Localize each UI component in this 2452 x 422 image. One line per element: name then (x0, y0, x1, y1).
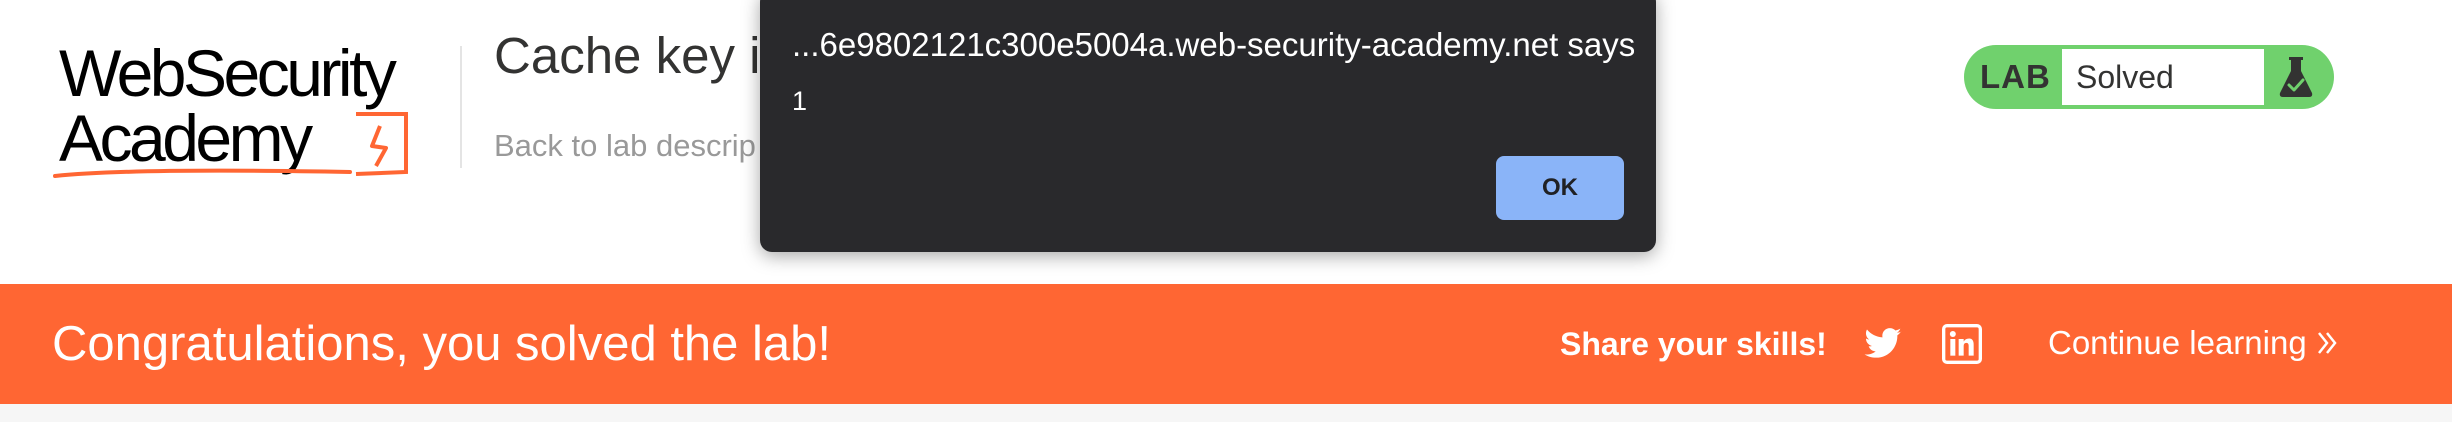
lightning-bolt-box-icon (53, 112, 408, 178)
back-to-lab-description-link[interactable]: Back to lab descrip (494, 128, 756, 164)
continue-learning-link[interactable]: Continue learning (2048, 324, 2339, 362)
lab-label: LAB (1980, 58, 2051, 95)
linkedin-icon[interactable] (1942, 324, 1982, 364)
alert-dialog: ...6e9802121c300e5004a.web-security-acad… (760, 0, 1656, 252)
congratulations-message: Congratulations, you solved the lab! (52, 317, 832, 371)
lab-status-widget: LAB Solved (1964, 45, 2334, 109)
page-content-edge (0, 404, 2452, 422)
twitter-icon[interactable] (1862, 324, 1904, 364)
double-chevron-right-icon (2317, 332, 2337, 354)
ok-button[interactable]: OK (1496, 156, 1624, 220)
dialog-origin: ...6e9802121c300e5004a.web-security-acad… (792, 26, 1636, 63)
lab-state-box: Solved (2062, 49, 2264, 105)
dialog-message: 1 (792, 86, 808, 116)
continue-learning-label: Continue learning (2048, 324, 2307, 361)
logo-line-1: WebSecurity (59, 36, 397, 110)
lab-title: Cache key in (494, 27, 789, 84)
lab-state-text: Solved (2076, 59, 2174, 95)
share-label: Share your skills! (1560, 326, 1827, 362)
header-divider (460, 46, 462, 168)
solved-banner: Congratulations, you solved the lab! Sha… (0, 284, 2452, 404)
flask-check-icon (2279, 57, 2313, 97)
